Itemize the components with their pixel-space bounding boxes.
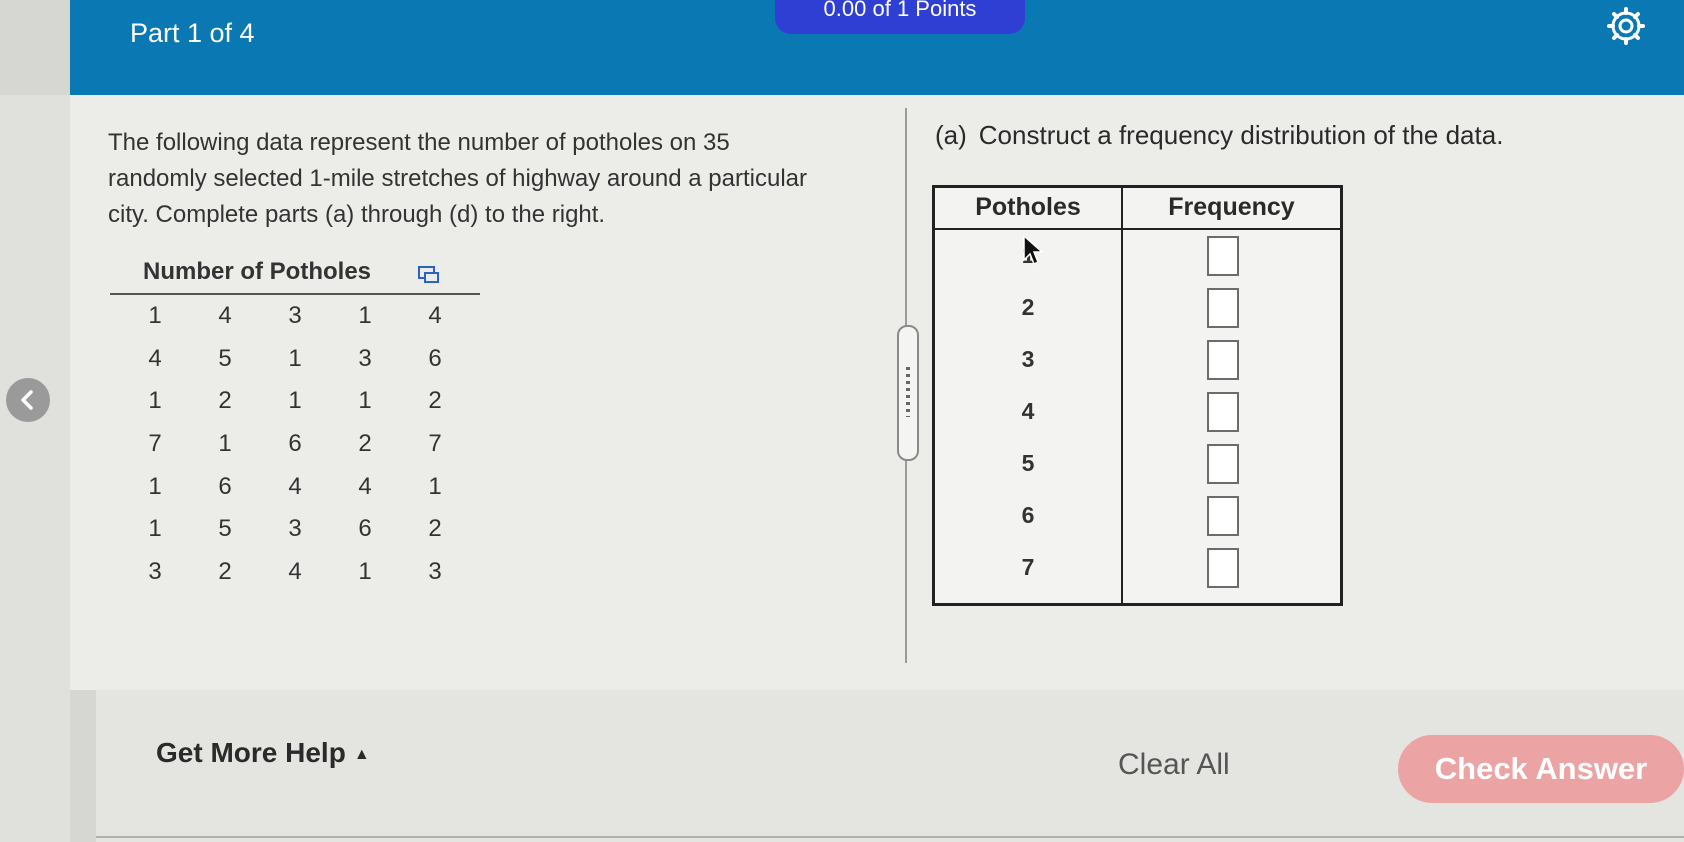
potholes-value: 3 [1021,346,1035,372]
question-intro: The following data represent the number … [108,129,808,228]
page: Part 1 of 4 0.00 of 1 Points The followi… [0,0,1684,842]
data-cell: 3 [288,515,302,543]
frequency-row: 6 [935,490,1340,542]
data-cell: 1 [288,387,302,415]
data-cell: 1 [148,302,162,329]
data-cell: 4 [358,472,372,500]
frequency-row: 2 [935,282,1340,334]
data-cell: 7 [428,430,442,458]
frequency-table: Potholes Frequency 1 2 3 4 5 6 7 [932,185,1343,606]
pane-resize-handle[interactable] [897,325,919,461]
frequency-row: 5 [935,438,1340,490]
data-cell: 4 [218,302,232,329]
potholes-value: 2 [1021,294,1035,320]
data-cell: 1 [358,387,372,415]
data-table-title: Number of Potholes [143,258,372,285]
frequency-row: 3 [935,334,1340,386]
check-answer-button[interactable]: Check Answer [1398,735,1684,803]
data-cell: 1 [358,302,372,329]
data-cell: 4 [288,558,302,586]
frequency-input[interactable] [1207,236,1239,276]
data-cell: 1 [428,472,442,500]
frequency-row: 1 [935,230,1340,282]
frequency-input[interactable] [1207,444,1239,484]
frequency-input[interactable] [1207,288,1239,328]
frequency-input[interactable] [1207,496,1239,536]
potholes-value: 7 [1021,554,1035,580]
grip-icon [906,367,910,417]
data-cell: 2 [358,430,372,458]
score-badge: 0.00 of 1 Points [775,0,1025,34]
data-cell: 6 [358,515,372,543]
data-cell: 3 [428,558,442,586]
part-label: Part 1 of 4 [130,18,255,48]
data-cell: 1 [358,558,372,586]
header-frequency: Frequency [1168,193,1295,221]
back-button[interactable] [6,378,50,422]
data-cell: 1 [148,387,162,415]
potholes-value: 4 [1021,398,1035,424]
data-table-rule [110,293,480,295]
frequency-table-header: Potholes Frequency [935,188,1340,230]
get-more-help-button[interactable]: Get More Help ▲ [156,737,370,769]
copy-data-icon[interactable] [418,266,440,284]
potholes-value: 6 [1021,502,1035,528]
data-cell: 6 [218,472,232,500]
header-bar: Part 1 of 4 0.00 of 1 Points [70,0,1684,95]
data-cell: 6 [428,344,442,372]
data-cell: 4 [288,472,302,500]
data-cell: 3 [288,302,302,329]
gear-icon[interactable] [1606,6,1646,46]
part-a-label: (a) [935,120,967,150]
part-a-prompt: (a) Construct a frequency distribution of… [935,120,1503,151]
potholes-value: 5 [1021,450,1035,476]
help-label: Get More Help [156,737,346,768]
data-cell: 7 [148,430,162,458]
frequency-input[interactable] [1207,340,1239,380]
data-cell: 1 [288,344,302,372]
data-cell: 5 [218,344,232,372]
data-cell: 5 [218,515,232,543]
score-text: 0.00 of 1 Points [823,0,977,21]
data-cell: 6 [288,430,302,458]
data-cell: 3 [358,344,372,372]
left-margin [0,95,70,842]
data-cell: 4 [428,302,442,329]
bottom-divider [96,836,1684,838]
data-table: 1 4 3 1 4 4 5 1 3 6 1 2 1 1 2 7 1 6 2 7 1 6 4 4 1 1 5 3 6 2 3 2 4 1 3 [120,302,470,601]
data-cell: 2 [428,387,442,415]
data-cell: 2 [218,558,232,586]
data-cell: 2 [218,387,232,415]
frequency-row: 7 [935,542,1340,594]
data-cell: 3 [148,558,162,586]
frequency-input[interactable] [1207,548,1239,588]
data-cell: 1 [148,515,162,543]
frequency-row: 4 [935,386,1340,438]
clear-all-button[interactable]: Clear All [1118,748,1230,782]
caret-up-icon: ▲ [353,745,370,763]
data-cell: 2 [428,515,442,543]
data-cell: 4 [148,344,162,372]
header-potholes: Potholes [975,193,1081,221]
data-cell: 1 [218,430,232,458]
back-arrow-icon [21,390,33,410]
mouse-cursor-icon [1023,234,1044,266]
part-a-text: Construct a frequency distribution of th… [978,120,1504,150]
frequency-input[interactable] [1207,392,1239,432]
data-cell: 1 [148,472,162,500]
